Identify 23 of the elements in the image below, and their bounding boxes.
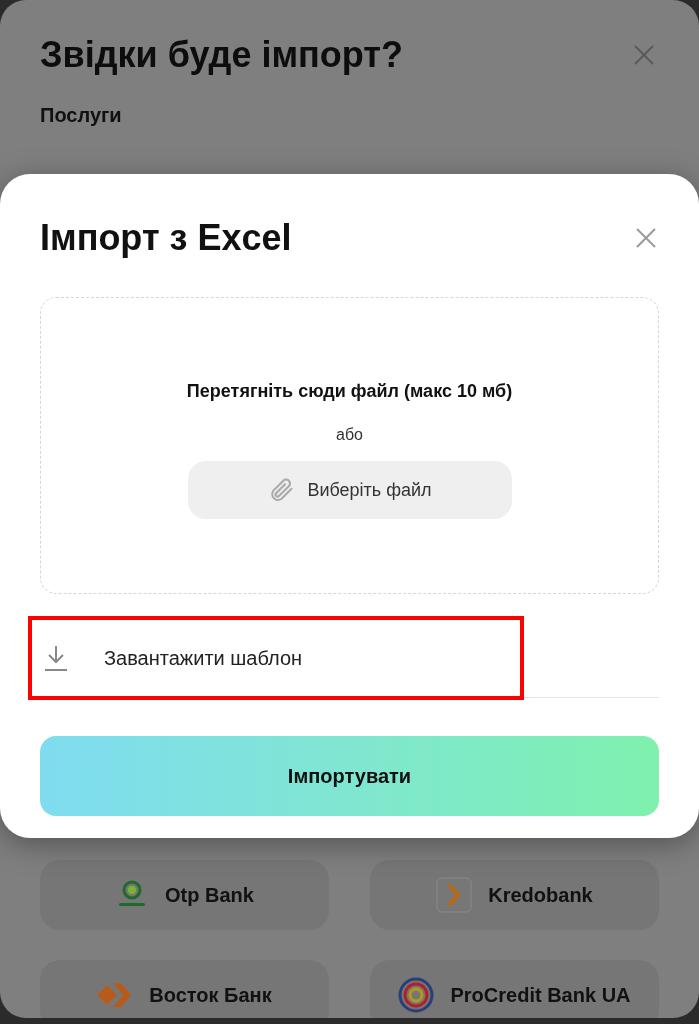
section-heading: Послуги [40, 103, 123, 128]
bank-card[interactable]: Kredobank [370, 860, 659, 930]
import-button[interactable]: Імпортувати [40, 736, 659, 816]
dropzone[interactable]: Перетягніть сюди файл (макс 10 мб) або Виберіть файл [40, 297, 659, 594]
bank-name: ProCredit Bank UA [450, 983, 631, 1008]
modal-title: Імпорт з Excel [40, 216, 292, 260]
bank-card[interactable]: ProCredit Bank UA [370, 960, 659, 1018]
bank-name: Otp Bank [165, 883, 254, 908]
download-template-link[interactable]: Завантажити шаблон [28, 615, 524, 700]
bank-logo-icon [436, 877, 473, 913]
close-icon[interactable] [635, 227, 657, 249]
bank-card[interactable]: Восток Банк [40, 960, 329, 1018]
bank-logo-icon [97, 981, 134, 1009]
bank-name: Восток Банк [149, 983, 272, 1008]
sheet-title: Звідки буде імпорт? [40, 33, 403, 77]
or-label: або [336, 425, 363, 445]
bank-logo-icon [398, 977, 435, 1013]
close-icon[interactable] [633, 44, 655, 66]
download-icon [44, 643, 68, 672]
bank-name: Kredobank [488, 883, 593, 908]
choose-file-button[interactable]: Виберіть файл [187, 461, 512, 519]
dropzone-hint: Перетягніть сюди файл (макс 10 мб) [186, 380, 513, 403]
bank-card[interactable]: Otp Bank [40, 860, 329, 930]
